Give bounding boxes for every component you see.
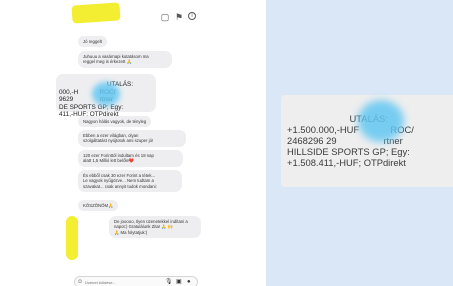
zoomed-payment-panel: UTALÁS: +1.500.000,-HUF ROC/ 2468296 29 …	[266, 0, 453, 286]
message-bubble: Nagyon hálás vagyok, de tényleg	[78, 116, 152, 128]
message-bubble: Jó reggelt	[78, 36, 107, 48]
microphone-icon[interactable]: 🎙	[165, 278, 173, 286]
flag-icon[interactable]: ⚑	[174, 12, 184, 22]
reply-bubble: De jooooo, Ilyen üzenetekkel indítani a …	[109, 216, 201, 238]
message-bubble: És ebből csak 30 ezer Forint a tétek... …	[78, 170, 182, 192]
message-bubble: 120 ezer Forinttól indultam és 18 nap al…	[78, 150, 183, 167]
message-bubble: Ebben a ezer világban, olyan szolgáltatá…	[78, 130, 186, 147]
emoji-icon[interactable]: ☺	[77, 278, 83, 286]
chat-header: ▢ ⚑ i	[56, 10, 207, 26]
blur-spot-large	[358, 100, 404, 142]
yellow-highlight-left	[66, 216, 78, 260]
zoom-line: HILLSIDE SPORTS GP; Egy:	[287, 146, 410, 157]
message-input[interactable]	[85, 279, 155, 286]
blur-spot	[92, 82, 120, 106]
image-icon[interactable]: ▣	[176, 278, 182, 286]
chat-pane: ▢ ⚑ i Jó reggelt Juhuuu a vasárnapi kuta…	[56, 0, 207, 286]
zoom-line: +1.508.411,-HUF; OTPdirekt	[287, 157, 406, 168]
video-icon[interactable]: ▢	[160, 12, 170, 22]
heart-icon[interactable]: ●	[187, 278, 191, 286]
info-icon[interactable]: i	[188, 12, 196, 20]
message-bubble: Juhuuu a vasárnapi kutatásom ma reggel m…	[78, 51, 172, 68]
message-bubble: KÖSZÖNÖM🙏	[78, 200, 119, 212]
message-composer[interactable]: ☺ 🎙 ▣ ●	[74, 276, 198, 286]
